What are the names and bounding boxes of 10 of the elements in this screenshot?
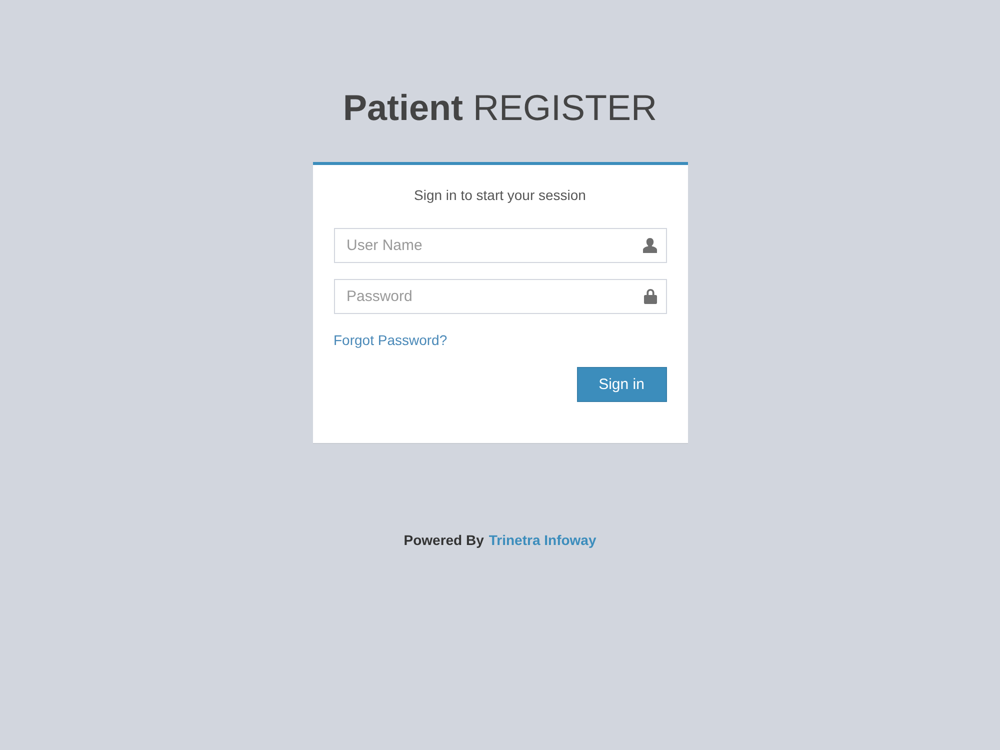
- user-icon: [642, 238, 656, 253]
- app-title: Patient REGISTER: [342, 88, 658, 128]
- password-field[interactable]: Password: [334, 279, 666, 314]
- username-field[interactable]: User Name: [334, 228, 666, 263]
- sign-in-button[interactable]: Sign in: [576, 367, 666, 402]
- forgot-password-link[interactable]: Forgot Password?: [334, 330, 448, 350]
- company-link[interactable]: Trinetra Infoway: [488, 530, 596, 550]
- login-message: Sign in to start your session: [414, 186, 586, 205]
- lock-icon: [644, 289, 656, 304]
- powered-by-label: Powered By: [404, 531, 484, 550]
